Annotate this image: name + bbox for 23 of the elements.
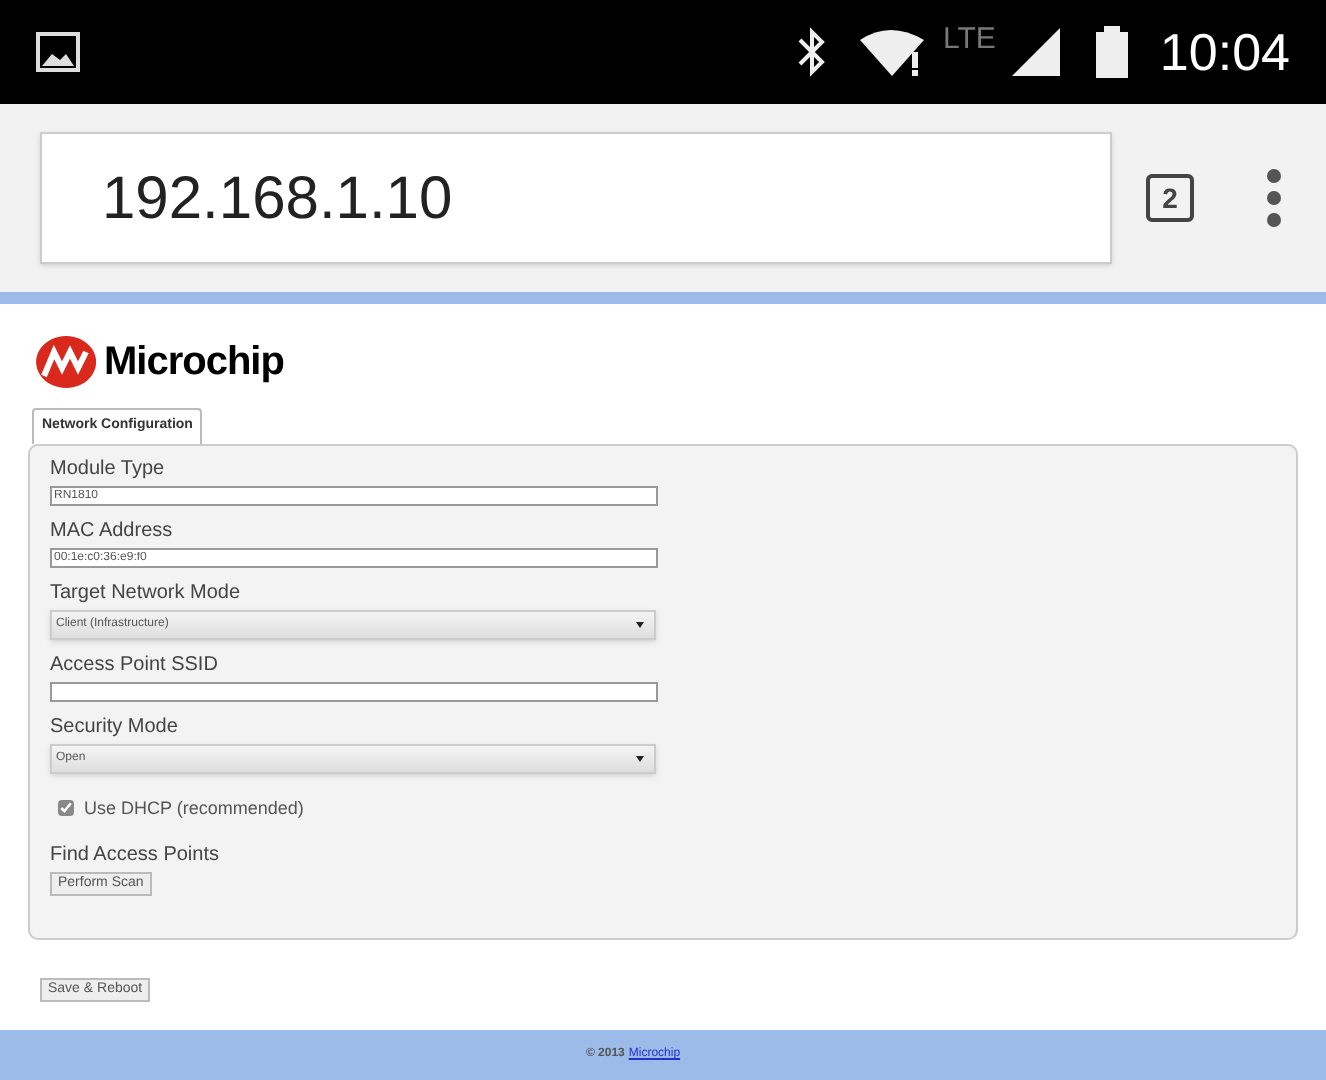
field-label: Security Mode: [50, 715, 180, 739]
signal-icon: [1011, 28, 1064, 76]
checkbox-label: Use DHCP (recommended): [84, 795, 304, 822]
wifi-icon: [859, 28, 928, 76]
dropdown-caret-icon: [636, 621, 644, 627]
field-label: Module Type: [50, 457, 167, 481]
field-label: Access Point SSID: [50, 653, 220, 677]
field-label: MAC Address: [50, 519, 175, 543]
field-label: Target Network Mode: [50, 581, 243, 605]
checkbox[interactable]: [58, 800, 74, 817]
bluetooth-icon: [795, 26, 828, 78]
menu-icon[interactable]: [1266, 168, 1282, 228]
address-bar[interactable]: 192.168.1.10: [40, 132, 1112, 264]
battery-icon: [1095, 26, 1128, 78]
tab-count-button[interactable]: 2: [1146, 174, 1194, 222]
clock-time: 10:04: [1159, 19, 1290, 85]
logo-icon: [36, 336, 96, 388]
network-type-label: LTE: [943, 19, 996, 60]
dropdown-caret-icon: [636, 755, 644, 761]
image-icon: [36, 32, 80, 72]
field-label: Find Access Points: [50, 844, 221, 868]
text-field[interactable]: [50, 681, 658, 701]
logo-text: Microchip: [104, 338, 284, 388]
